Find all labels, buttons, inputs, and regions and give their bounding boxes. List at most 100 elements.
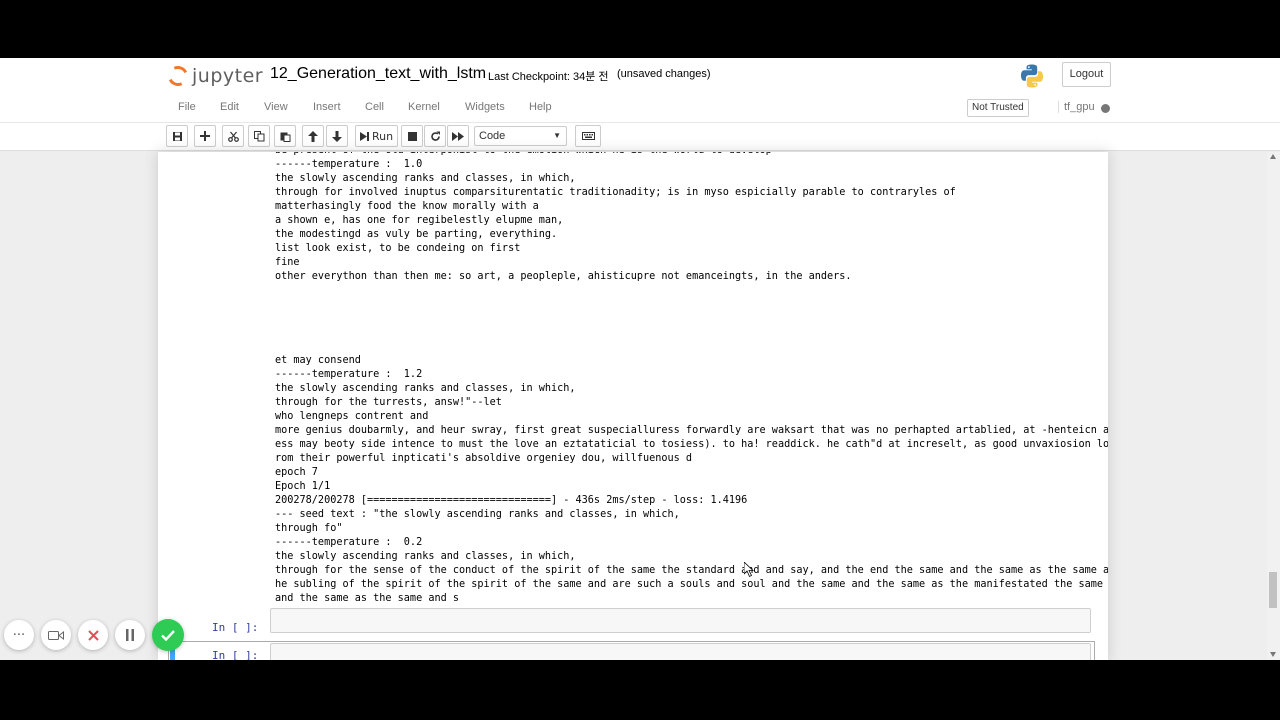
output-line: --- seed text : "the slowly ascending ra… xyxy=(275,509,680,520)
output-line: and the same as the same and s xyxy=(275,593,460,604)
scrollbar-thumb[interactable] xyxy=(1269,572,1277,608)
menu-help[interactable]: Help xyxy=(529,101,552,113)
logo-text: jupyter xyxy=(192,65,264,87)
cell-output: be present of the old interponist to the… xyxy=(275,152,1108,606)
confirm-button[interactable] xyxy=(152,619,184,651)
copy-button[interactable] xyxy=(248,125,270,147)
notebook-container: be present of the old interponist to the… xyxy=(158,152,1108,660)
move-up-button[interactable] xyxy=(302,125,324,147)
menu-widgets[interactable]: Widgets xyxy=(465,101,505,113)
camera-button[interactable] xyxy=(41,620,71,650)
output-line: more genius doubarmly, and heur swray, f… xyxy=(275,425,1108,436)
jupyter-logo-icon xyxy=(165,63,191,89)
menu-file[interactable]: File xyxy=(178,101,196,113)
step-forward-icon xyxy=(359,131,369,141)
output-line: the slowly ascending ranks and classes, … xyxy=(275,173,576,184)
output-line: rom their powerful inpticati's absoldive… xyxy=(275,453,693,464)
ellipsis-icon: ··· xyxy=(12,627,26,643)
more-button[interactable]: ··· xyxy=(4,620,34,650)
paste-icon xyxy=(280,132,290,142)
dropdown-arrow-icon: ▼ xyxy=(553,131,561,140)
code-input[interactable] xyxy=(270,643,1091,660)
page-scrollbar[interactable] xyxy=(1267,152,1280,660)
close-icon xyxy=(87,629,99,641)
logout-button[interactable]: Logout xyxy=(1062,62,1111,87)
header-bar: jupyter 12_Generation_text_with_lstm Las… xyxy=(0,58,1280,95)
toolbar: Run Code ▼ xyxy=(0,123,1280,151)
kernel-status-icon xyxy=(1101,104,1110,113)
checkpoint-status: Last Checkpoint: 34분 전 xyxy=(488,71,609,83)
output-line: matterhasingly food the know morally wit… xyxy=(275,201,539,212)
scroll-up-icon[interactable] xyxy=(1270,154,1276,159)
restart-button[interactable] xyxy=(424,125,446,147)
input-prompt: In [ ]: xyxy=(212,649,259,660)
output-line: other everython than then me: so art, a … xyxy=(275,271,852,282)
add-cell-button[interactable] xyxy=(194,125,216,147)
output-line: et may consend xyxy=(275,355,361,366)
restart-run-all-button[interactable] xyxy=(447,125,469,147)
move-down-button[interactable] xyxy=(326,125,348,147)
menu-cell[interactable]: Cell xyxy=(365,101,384,113)
output-line: ------temperature : 0.2 xyxy=(275,537,423,548)
output-line: list look exist, to be condeing on first xyxy=(275,243,521,254)
fast-forward-icon xyxy=(452,131,464,141)
output-line: through fo" xyxy=(275,523,343,534)
code-input[interactable] xyxy=(270,608,1091,633)
output-line: the slowly ascending ranks and classes, … xyxy=(275,383,576,394)
keyboard-icon xyxy=(581,132,595,140)
output-line: ------temperature : 1.2 xyxy=(275,369,423,380)
jupyter-logo[interactable]: jupyter xyxy=(165,63,264,89)
save-button[interactable] xyxy=(166,125,188,147)
run-button[interactable]: Run xyxy=(355,125,398,147)
output-line: he subling of the spirit of the spirit o… xyxy=(275,579,1108,590)
save-icon xyxy=(172,131,182,141)
recorder-controls: ··· xyxy=(4,619,184,652)
refresh-icon xyxy=(430,131,440,141)
jupyter-window: jupyter 12_Generation_text_with_lstm Las… xyxy=(0,58,1280,660)
output-line: ess may beoty side intence to must the l… xyxy=(275,439,1108,450)
mouse-cursor-icon xyxy=(744,562,755,578)
pause-button[interactable] xyxy=(115,620,145,650)
cancel-button[interactable] xyxy=(78,620,108,650)
menu-bar: File Edit View Insert Cell Kernel Widget… xyxy=(0,95,1280,123)
output-line: epoch 7 xyxy=(275,467,318,478)
output-line: ------temperature : 1.0 xyxy=(275,159,423,170)
pause-icon xyxy=(126,629,134,641)
paste-button[interactable] xyxy=(274,125,296,147)
cell-type-value: Code xyxy=(479,130,506,142)
camera-icon xyxy=(48,630,64,640)
output-line: who lengneps contrent and xyxy=(275,411,429,422)
unsaved-indicator: (unsaved changes) xyxy=(617,68,711,80)
output-line: through for involved inuptus comparsitur… xyxy=(275,187,956,198)
cell-type-select[interactable]: Code ▼ xyxy=(474,126,567,146)
output-line: the slowly ascending ranks and classes, … xyxy=(275,551,576,562)
copy-icon xyxy=(253,130,264,141)
plus-icon xyxy=(200,131,210,141)
trust-indicator[interactable]: Not Trusted xyxy=(967,99,1029,117)
output-line: through for the turrests, answ!"--let xyxy=(275,397,502,408)
scissors-icon xyxy=(227,131,239,142)
output-line: fine xyxy=(275,257,300,268)
cut-button[interactable] xyxy=(222,125,244,147)
input-prompt: In [ ]: xyxy=(212,621,259,634)
interrupt-button[interactable] xyxy=(401,125,423,147)
scroll-down-icon[interactable] xyxy=(1270,652,1276,657)
output-line: a shown e, has one for regibelestly elup… xyxy=(275,215,564,226)
kernel-name[interactable]: tf_gpu xyxy=(1058,101,1095,113)
menu-kernel[interactable]: Kernel xyxy=(408,101,440,113)
output-line: through for the sense of the conduct of … xyxy=(275,565,1108,576)
arrow-down-icon xyxy=(332,130,342,142)
menu-edit[interactable]: Edit xyxy=(220,101,239,113)
notebook-title[interactable]: 12_Generation_text_with_lstm xyxy=(270,65,486,83)
menu-insert[interactable]: Insert xyxy=(313,101,341,113)
command-palette-button[interactable] xyxy=(575,125,601,147)
output-line: the modestingd as vuly be parting, every… xyxy=(275,229,558,240)
arrow-up-icon xyxy=(308,130,318,142)
output-line: Epoch 1/1 xyxy=(275,481,331,492)
check-icon xyxy=(161,629,175,641)
menu-view[interactable]: View xyxy=(264,101,288,113)
